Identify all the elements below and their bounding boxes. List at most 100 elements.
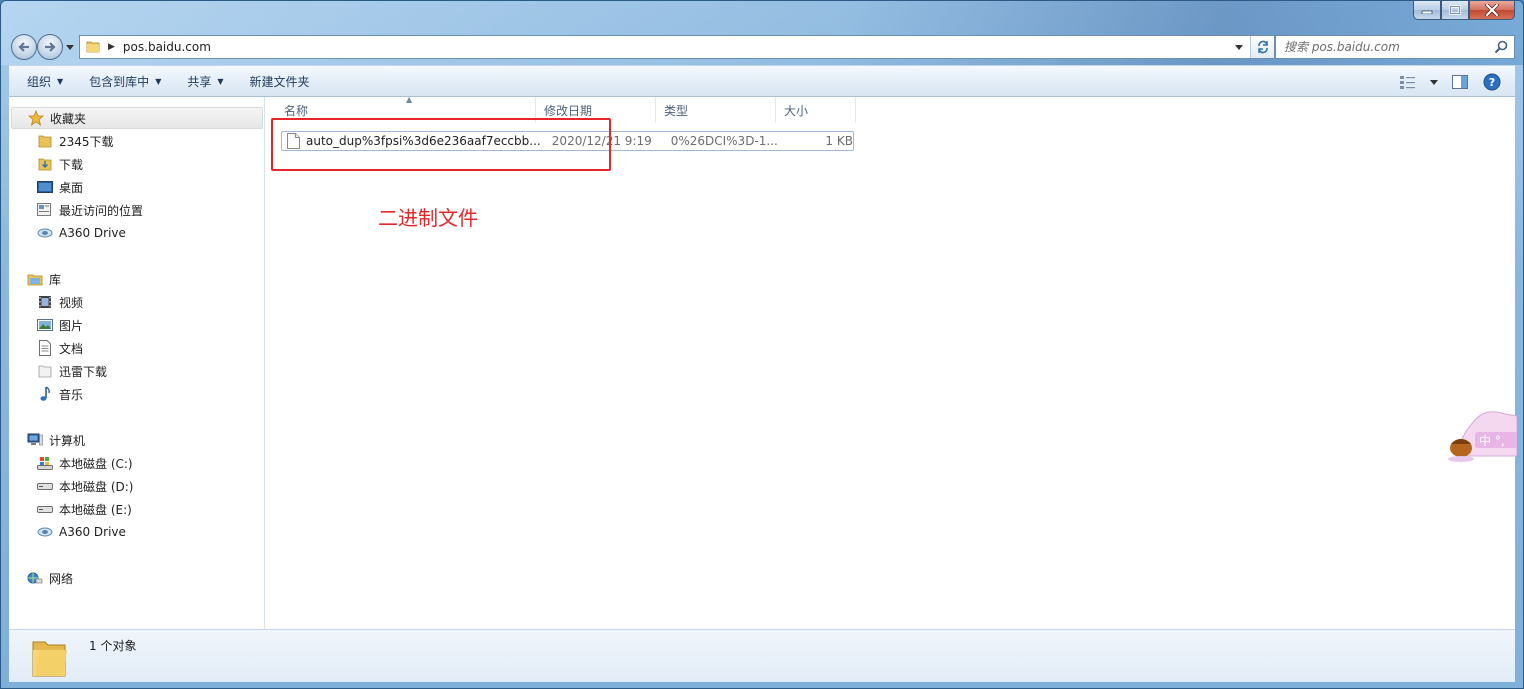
nav-item-label: 本地磁盘 (C:) [59,456,133,471]
library-icon [27,271,43,287]
address-bar[interactable]: ▶ pos.baidu.com [79,35,1275,59]
nav-item-drive-c[interactable]: 本地磁盘 (C:) [37,452,133,474]
nav-item-thunder-downloads[interactable]: 迅雷下载 [37,360,107,382]
nav-network[interactable]: 网络 [11,567,263,589]
view-list-icon [1400,76,1415,89]
address-row: ▶ pos.baidu.com [9,33,1515,61]
nav-item-label: 音乐 [59,387,84,402]
nav-item-desktop[interactable]: 桌面 [37,176,83,198]
nav-item-label: 文档 [59,341,84,356]
file-list-pane: 名称 ▲ 修改日期 类型 大小 auto_dup%3fpsi%3d6e236aa… [266,95,1518,629]
nav-item-label: 本地磁盘 (D:) [59,479,134,494]
forward-arrow-icon [45,42,56,52]
computer-icon [27,432,43,448]
close-icon [1485,4,1499,16]
sort-ascending-icon: ▲ [406,95,413,104]
content-area: 收藏夹 2345下载 下载 桌面 最近访问的位置 A360 Drive 库 视频… [9,95,1518,629]
nav-item-label: 迅雷下载 [59,364,108,379]
help-button[interactable]: ? [1479,70,1505,94]
include-in-library-button[interactable]: 包含到库中 ▼ [79,69,171,93]
nav-computer[interactable]: 计算机 [11,429,263,451]
view-options-dropdown[interactable] [1427,70,1441,94]
maximize-button[interactable] [1441,1,1469,20]
nav-item-drive-d[interactable]: 本地磁盘 (D:) [37,475,133,497]
minimize-button[interactable] [1413,1,1441,20]
nav-item-videos[interactable]: 视频 [37,291,83,313]
nav-item-recent-places[interactable]: 最近访问的位置 [37,199,143,221]
nav-item-drive-e[interactable]: 本地磁盘 (E:) [37,498,132,520]
address-dropdown-button[interactable] [1230,36,1248,58]
nav-item-downloads[interactable]: 下载 [37,153,83,175]
chevron-down-icon: ▼ [217,76,224,86]
refresh-icon [1257,40,1268,54]
recent-pages-dropdown[interactable] [65,41,75,53]
file-type: 0%26DCI%3D-1... [670,134,778,148]
nav-item-label: 最近访问的位置 [59,203,144,218]
recent-places-icon [37,202,53,218]
forward-button[interactable] [37,34,63,60]
star-icon [28,110,44,126]
column-type-label: 类型 [664,103,689,118]
refresh-button[interactable] [1250,36,1274,58]
downloads-folder-icon [37,156,53,172]
back-arrow-icon [18,42,29,52]
column-header-size[interactable]: 大小 [776,97,856,123]
preview-pane-icon [1452,75,1468,89]
nav-item-label: 图片 [59,318,84,333]
new-folder-button[interactable]: 新建文件夹 [240,69,320,93]
music-note-icon [37,386,53,402]
a360-drive-icon [37,524,53,540]
search-input[interactable] [1284,40,1494,54]
share-button[interactable]: 共享 ▼ [177,69,233,93]
close-button[interactable] [1469,1,1515,20]
widget-text: 中 °, [1479,433,1505,448]
nav-libraries[interactable]: 库 [11,268,263,290]
chevron-down-icon [1430,79,1438,85]
nav-favorites[interactable]: 收藏夹 [11,107,263,129]
nav-item-label: 本地磁盘 (E:) [59,502,132,517]
search-icon[interactable] [1494,40,1508,57]
new-folder-label: 新建文件夹 [249,74,310,89]
item-count: 1 个对象 [89,639,137,653]
nav-item-label: 桌面 [59,180,84,195]
change-view-button[interactable] [1395,70,1421,94]
caption-buttons [1413,1,1515,20]
nav-item-label: 下载 [59,157,84,172]
nav-item-label: 2345下载 [59,134,114,149]
navigation-pane: 收藏夹 2345下载 下载 桌面 最近访问的位置 A360 Drive 库 视频… [9,97,265,629]
preview-pane-button[interactable] [1447,70,1473,94]
organize-label: 组织 [27,74,52,89]
nav-item-a360-drive-computer[interactable]: A360 Drive [37,521,126,543]
nav-item-a360-drive[interactable]: A360 Drive [37,222,126,244]
organize-button[interactable]: 组织 ▼ [17,69,73,93]
nav-item-label: A360 Drive [59,226,126,240]
chevron-down-icon: ▼ [57,76,64,86]
explorer-window: ▶ pos.baidu.com 组织▼ 包含到库中▼ 共享▼ 新建文 [0,0,1524,689]
input-method-widget[interactable]: 中 °, [1447,410,1518,464]
help-icon: ? [1483,73,1501,91]
column-modified-label: 修改日期 [544,103,593,118]
nav-item-2345-downloads[interactable]: 2345下载 [37,130,114,152]
nav-item-music[interactable]: 音乐 [37,383,83,405]
folder-icon [37,363,53,379]
system-drive-icon [37,455,53,471]
nav-item-pictures[interactable]: 图片 [37,314,83,336]
pictures-icon [37,317,53,333]
large-folder-icon [29,636,69,683]
address-path[interactable]: pos.baidu.com [123,40,211,54]
chevron-down-icon [66,44,74,50]
annotation-label: 二进制文件 [378,206,478,230]
chevron-down-icon: ▼ [155,76,162,86]
nav-computer-label: 计算机 [49,433,86,448]
column-name-label: 名称 [284,103,309,118]
folder-icon [86,39,100,56]
minimize-icon [1421,10,1433,14]
nav-item-documents[interactable]: 文档 [37,337,83,359]
search-box[interactable] [1275,35,1515,59]
column-header-type[interactable]: 类型 [656,97,776,123]
drive-icon [37,478,53,494]
nav-item-label: A360 Drive [59,525,126,539]
breadcrumb-chevron-icon[interactable]: ▶ [108,42,115,52]
back-button[interactable] [11,34,37,60]
file-size: 1 KB [825,134,853,148]
